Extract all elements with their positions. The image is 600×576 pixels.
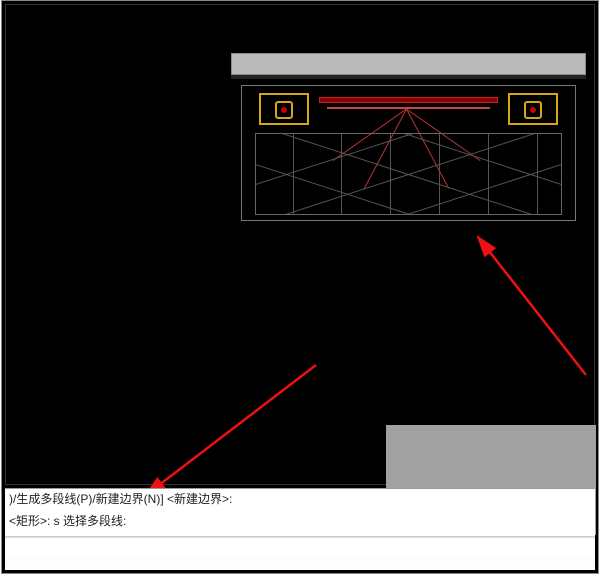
red-circle-icon bbox=[524, 101, 542, 119]
truss-pattern bbox=[255, 133, 562, 215]
command-history: )/生成多段线(P)/新建边界(N)] <新建边界>: <矩形>: s 选择多段… bbox=[5, 489, 595, 537]
command-panel: )/生成多段线(P)/新建边界(N)] <新建边界>: <矩形>: s 选择多段… bbox=[5, 488, 595, 570]
app-window: )/生成多段线(P)/新建边界(N)] <新建边界>: <矩形>: s 选择多段… bbox=[1, 0, 599, 574]
center-beam-line bbox=[327, 107, 490, 109]
command-history-line: )/生成多段线(P)/新建边界(N)] <新建边界>: bbox=[9, 491, 591, 507]
cad-drawing bbox=[231, 53, 586, 221]
beam-top bbox=[231, 53, 586, 75]
drawing-area-frame bbox=[5, 4, 595, 485]
command-input[interactable] bbox=[9, 541, 591, 555]
fixture-right bbox=[508, 93, 558, 125]
command-history-line: <矩形>: s 选择多段线: bbox=[9, 513, 591, 529]
divider-bar bbox=[231, 75, 586, 79]
center-beam bbox=[319, 97, 498, 103]
red-circle-icon bbox=[275, 101, 293, 119]
model-viewport[interactable] bbox=[6, 5, 594, 484]
command-input-row bbox=[5, 537, 595, 557]
fixture-left bbox=[259, 93, 309, 125]
